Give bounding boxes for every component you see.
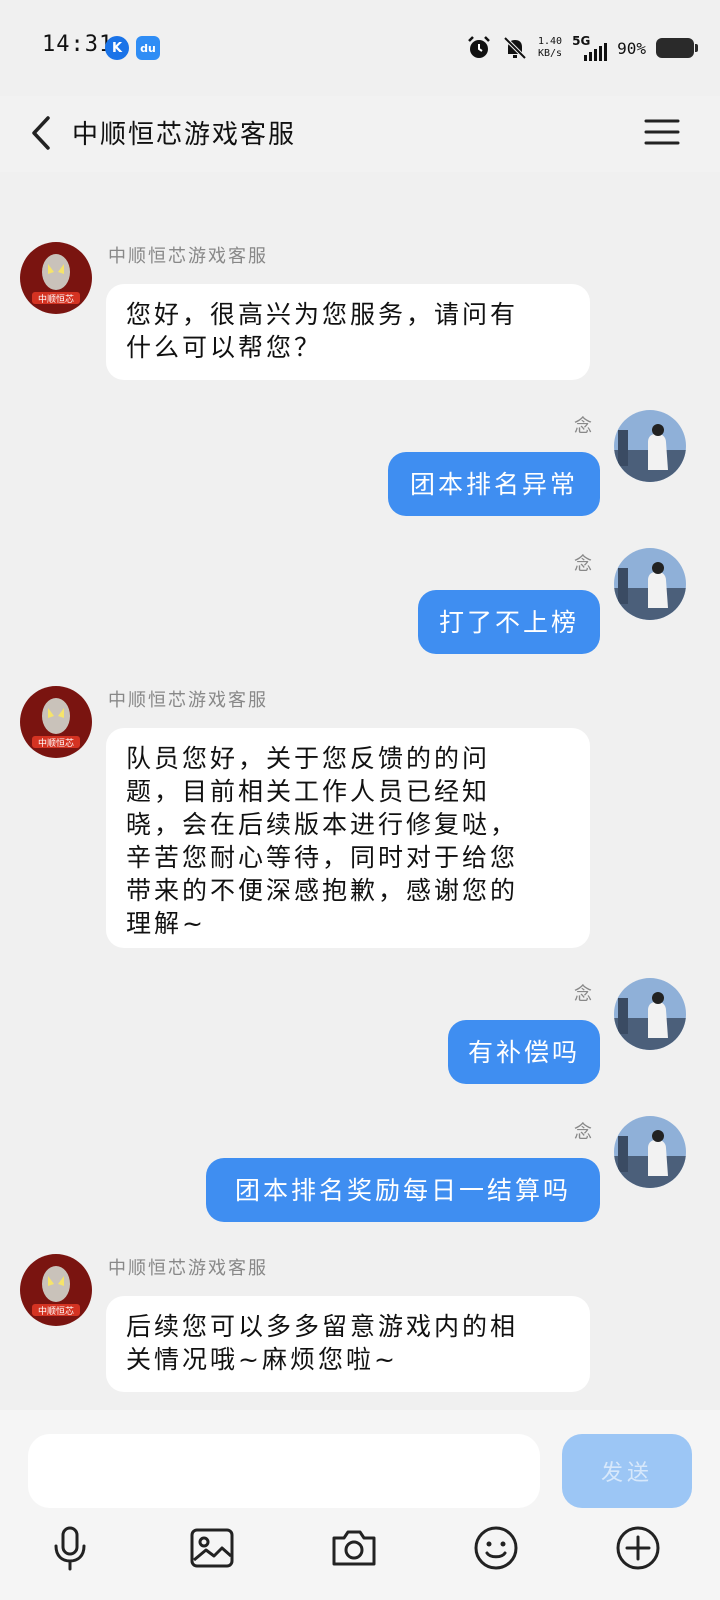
sender-name: 中顺恒芯游戏客服 <box>108 690 268 711</box>
user-avatar[interactable] <box>614 548 686 620</box>
user-avatar[interactable] <box>614 1116 686 1188</box>
chat-title: 中顺恒芯游戏客服 <box>72 120 297 150</box>
microphone-icon[interactable] <box>44 1522 96 1574</box>
message-line: 什么可以帮您？ <box>126 333 323 362</box>
app-k-icon: K <box>105 36 129 60</box>
app-du-icon: du <box>136 36 160 60</box>
image-icon[interactable] <box>186 1522 238 1574</box>
emoji-icon[interactable] <box>470 1522 522 1574</box>
sender-name: 念 <box>574 1122 594 1143</box>
net-speed-unit: KB/s <box>538 48 563 59</box>
composer: 发送 <box>0 1410 720 1600</box>
back-arrow-icon[interactable] <box>22 110 62 156</box>
nav-bar: 中顺恒芯游戏客服 <box>0 96 720 172</box>
sender-name: 中顺恒芯游戏客服 <box>108 246 268 267</box>
status-indicators: 1.40 KB/s 5G 90% <box>466 30 698 66</box>
battery-icon <box>656 38 698 58</box>
plus-icon[interactable] <box>612 1522 664 1574</box>
alarm-icon <box>468 36 490 58</box>
message-line: 后续您可以多多留意游戏内的相 <box>126 1312 519 1341</box>
chat-thread[interactable]: 中顺恒芯 中顺恒芯游戏客服 您好，很高兴为您服务，请问有 什么可以帮您？ 念 团… <box>0 172 720 1410</box>
message-bubble[interactable]: 您好，很高兴为您服务，请问有 什么可以帮您？ <box>106 284 590 380</box>
message-line: 辛苦您耐心等待，同时对于给您 <box>126 843 519 872</box>
message-bubble[interactable]: 有补偿吗 <box>448 1020 600 1084</box>
svg-text:中顺恒芯: 中顺恒芯 <box>38 293 74 305</box>
svg-text:中顺恒芯: 中顺恒芯 <box>38 737 74 749</box>
sender-name: 念 <box>574 554 594 575</box>
message-line: 题，目前相关工作人员已经知 <box>126 777 491 806</box>
message-bubble[interactable]: 打了不上榜 <box>418 590 600 654</box>
status-time: 14:31 <box>42 32 114 57</box>
agent-avatar[interactable]: 中顺恒芯 <box>20 1254 92 1326</box>
agent-avatar[interactable]: 中顺恒芯 <box>20 686 92 758</box>
signal-bars-icon <box>584 43 608 61</box>
cellular-signal: 5G <box>572 35 608 61</box>
svg-text:中顺恒芯: 中顺恒芯 <box>38 1305 74 1317</box>
message-line: 队员您好，关于您反馈的的问 <box>126 744 491 773</box>
message-line: 您好，很高兴为您服务，请问有 <box>126 300 519 329</box>
composer-toolbar <box>0 1522 720 1582</box>
menu-icon[interactable] <box>644 114 680 150</box>
message-line: 理解~ <box>126 909 206 938</box>
message-bubble[interactable]: 团本排名奖励每日一结算吗 <box>206 1158 600 1222</box>
net-speed: 1.40 KB/s <box>538 36 562 60</box>
message-line: 晓，会在后续版本进行修复哒， <box>126 810 519 839</box>
user-avatar[interactable] <box>614 410 686 482</box>
message-input[interactable] <box>28 1434 540 1508</box>
sender-name: 念 <box>574 984 594 1005</box>
message-bubble[interactable]: 队员您好，关于您反馈的的问 题，目前相关工作人员已经知 晓，会在后续版本进行修复… <box>106 728 590 948</box>
message-bubble[interactable]: 后续您可以多多留意游戏内的相 关情况哦~麻烦您啦~ <box>106 1296 590 1392</box>
sender-name: 中顺恒芯游戏客服 <box>108 1258 268 1279</box>
send-button[interactable]: 发送 <box>562 1434 692 1508</box>
sender-name: 念 <box>574 416 594 437</box>
mute-icon <box>503 36 527 60</box>
message-line: 关情况哦~麻烦您啦~ <box>126 1345 398 1374</box>
message-line: 带来的不便深感抱歉，感谢您的 <box>126 876 519 905</box>
user-avatar[interactable] <box>614 978 686 1050</box>
status-bar: 14:31 K du 1.40 KB/s 5G 90% <box>0 0 720 96</box>
battery-percent: 90% <box>617 38 646 58</box>
agent-avatar[interactable]: 中顺恒芯 <box>20 242 92 314</box>
message-bubble[interactable]: 团本排名异常 <box>388 452 600 516</box>
net-speed-value: 1.40 <box>538 36 563 47</box>
camera-icon[interactable] <box>328 1522 380 1574</box>
